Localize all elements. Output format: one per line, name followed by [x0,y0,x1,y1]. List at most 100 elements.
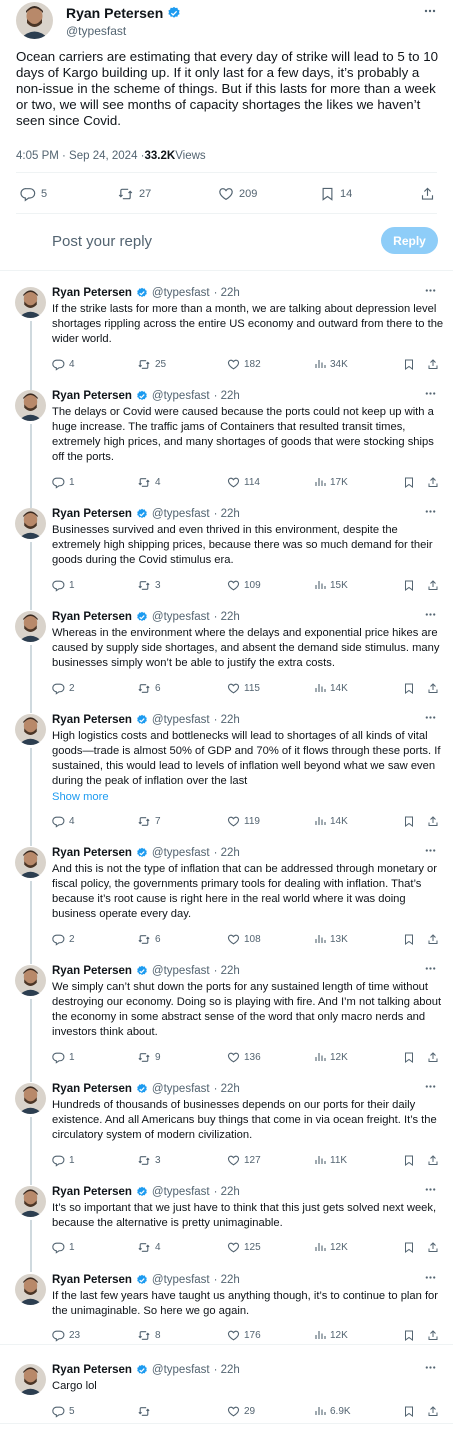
views-button[interactable]: 11K [314,1154,347,1166]
avatar[interactable] [15,714,46,745]
reply-button[interactable]: 4 [52,815,75,828]
author-name[interactable]: Ryan Petersen [52,508,132,520]
author-avatar[interactable] [16,2,53,39]
author-name[interactable]: Ryan Petersen [52,847,132,859]
share-button[interactable] [427,1329,439,1342]
author-handle[interactable]: @typesfast [152,965,210,977]
share-button[interactable] [427,1051,439,1064]
share-button[interactable] [427,933,439,946]
like-button[interactable]: 176 [227,1329,261,1342]
share-button[interactable] [427,1154,439,1167]
bookmark-button[interactable] [403,1329,415,1342]
more-options-icon[interactable] [423,4,437,18]
reply-timestamp[interactable]: · 22h [214,611,240,623]
reply-button[interactable]: 2 [52,933,75,946]
views-button[interactable]: 13K [314,933,348,945]
reply-button[interactable]: 1 [52,1154,75,1167]
more-options-icon[interactable] [424,387,437,400]
views-button[interactable]: 12K [314,1241,348,1253]
like-button[interactable]: 109 [227,579,261,592]
share-button[interactable] [427,815,439,828]
author-name[interactable]: Ryan Petersen [52,714,132,726]
repost-button[interactable]: 6 [137,682,161,695]
author-name[interactable]: Ryan Petersen [52,287,132,299]
reply-button[interactable]: 4 [52,358,75,371]
reply-button[interactable]: 23 [52,1329,80,1342]
reply-timestamp[interactable]: · 22h [214,1083,240,1095]
bookmark-button[interactable] [403,1241,415,1254]
reply-timestamp[interactable]: · 22h [214,287,240,299]
tweet-timestamp[interactable]: 4:05 PM · Sep 24, 2024 · [16,150,145,162]
author-handle[interactable]: @typesfast [152,714,210,726]
author-name[interactable]: Ryan Petersen [52,1083,132,1095]
like-button[interactable]: 119 [227,815,260,828]
reply-timestamp[interactable]: · 22h [214,390,240,402]
author-handle[interactable]: @typesfast [152,1186,210,1198]
author-name[interactable]: Ryan Petersen [52,1274,132,1286]
avatar[interactable] [15,965,46,996]
more-options-icon[interactable] [424,505,437,518]
repost-button[interactable]: 25 [137,358,166,371]
more-options-icon[interactable] [424,1361,437,1374]
bookmark-button[interactable] [403,682,415,695]
avatar[interactable] [15,508,46,539]
bookmark-button[interactable] [403,933,415,946]
reply-timestamp[interactable]: · 22h [214,1274,240,1286]
reply-button[interactable]: 5 [52,1405,75,1418]
reply-button[interactable]: 2 [52,682,75,695]
reply-timestamp[interactable]: · 22h [214,1186,240,1198]
views-button[interactable]: 6.9K [314,1405,351,1417]
like-button[interactable]: 209 [218,186,257,202]
avatar[interactable] [15,390,46,421]
like-button[interactable]: 136 [227,1051,261,1064]
more-options-icon[interactable] [424,1080,437,1093]
author-name[interactable]: Ryan Petersen [52,611,132,623]
views-button[interactable]: 12K [314,1329,348,1341]
repost-button[interactable]: 3 [137,579,161,592]
like-button[interactable]: 125 [227,1241,261,1254]
reply-submit-button[interactable]: Reply [381,227,438,254]
author-handle[interactable]: @typesfast [152,508,210,520]
author-name[interactable]: Ryan Petersen [52,965,132,977]
author-name[interactable]: Ryan Petersen [52,1186,132,1198]
repost-button[interactable]: 27 [117,186,151,202]
share-button[interactable] [427,358,439,371]
views-button[interactable]: 14K [314,682,348,694]
reply-input[interactable]: Post your reply [52,233,152,250]
author-name[interactable]: Ryan Petersen [52,390,132,402]
views-button[interactable]: 17K [314,476,348,488]
views-button[interactable]: 15K [314,579,348,591]
bookmark-button[interactable] [403,579,415,592]
more-options-icon[interactable] [424,1271,437,1284]
author-handle[interactable]: @typesfast [152,1083,210,1095]
repost-button[interactable]: 8 [137,1329,161,1342]
reply-button[interactable]: 5 [20,186,47,202]
like-button[interactable]: 108 [227,933,261,946]
author-handle[interactable]: @typesfast [66,24,126,38]
share-button[interactable] [427,1241,439,1254]
repost-button[interactable] [137,1405,155,1418]
reply-timestamp[interactable]: · 22h [214,847,240,859]
share-button[interactable] [427,682,439,695]
bookmark-button[interactable] [403,476,415,489]
repost-button[interactable]: 9 [137,1051,161,1064]
reply-button[interactable]: 1 [52,579,75,592]
author-name[interactable]: Ryan Petersen [66,5,163,21]
repost-button[interactable]: 4 [137,1241,161,1254]
show-more-link[interactable]: Show more [52,791,109,803]
like-button[interactable]: 114 [227,476,260,489]
author-handle[interactable]: @typesfast [152,287,210,299]
bookmark-button[interactable] [403,358,415,371]
author-handle[interactable]: @typesfast [152,1364,210,1376]
reply-timestamp[interactable]: · 22h [214,1364,240,1376]
views-button[interactable]: 14K [314,815,348,827]
avatar[interactable] [15,1274,46,1305]
repost-button[interactable]: 7 [137,815,161,828]
bookmark-button[interactable] [403,1405,415,1418]
author-handle[interactable]: @typesfast [152,611,210,623]
more-options-icon[interactable] [424,844,437,857]
repost-button[interactable]: 4 [137,476,161,489]
reply-button[interactable]: 1 [52,1241,75,1254]
avatar[interactable] [15,1186,46,1217]
author-handle[interactable]: @typesfast [152,390,210,402]
